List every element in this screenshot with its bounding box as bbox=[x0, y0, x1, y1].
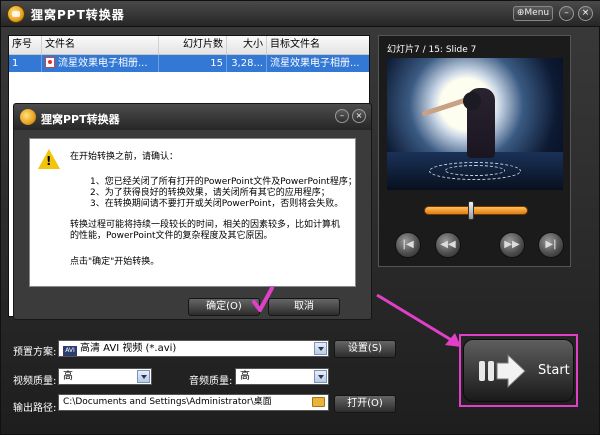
column-header-size[interactable]: 大小 bbox=[227, 36, 267, 54]
annotation-arrow-icon bbox=[376, 293, 461, 347]
progress-slider-track[interactable] bbox=[424, 206, 528, 215]
progress-slider-thumb[interactable] bbox=[467, 201, 474, 220]
dialog-title: 狸窝PPT转换器 bbox=[41, 113, 120, 126]
chevron-down-icon[interactable] bbox=[314, 342, 327, 355]
menu-label: Menu bbox=[524, 8, 550, 18]
previous-slide-button[interactable]: ◀◀ bbox=[435, 232, 461, 258]
cancel-button[interactable]: 取消 bbox=[268, 298, 340, 316]
column-header-filename[interactable]: 文件名 bbox=[42, 36, 159, 54]
title-bar[interactable]: 狸窝PPT转换器 ⊕Menu – × bbox=[1, 1, 600, 27]
avi-icon: AVI bbox=[63, 346, 77, 356]
dialog-message-line: 2、为了获得良好的转换效果，请关闭所有其它的应用程序； bbox=[90, 188, 330, 198]
dialog-message-line: 3、在转换期间请不要打开或关闭PowerPoint，否则将会失败。 bbox=[90, 199, 344, 209]
slide-info: 幻灯片7 / 15: Slide 7 bbox=[387, 45, 477, 55]
preset-label: 预置方案: bbox=[13, 347, 57, 358]
dialog-message-line: 点击"确定"开始转换。 bbox=[70, 257, 160, 267]
confirm-dialog: 狸窝PPT转换器 – × 在开始转换之前，请确认： 1、您已经关闭了所有打开的P… bbox=[13, 103, 372, 320]
video-quality-label: 视频质量: bbox=[13, 376, 57, 387]
audio-quality-value: 高 bbox=[240, 371, 250, 382]
start-button[interactable]: Start bbox=[463, 339, 574, 402]
figure-silhouette bbox=[463, 88, 495, 158]
app-window: 狸窝PPT转换器 ⊕Menu – × 序号 文件名 幻灯片数 大小 目标文件名 … bbox=[0, 0, 600, 435]
dialog-message-line: 转换过程可能将持续一段较长的时间，相关的因素较多，比如计算机 bbox=[70, 220, 341, 230]
chevron-down-icon[interactable] bbox=[137, 370, 150, 383]
dialog-close-button[interactable]: × bbox=[352, 109, 366, 123]
dialog-logo-icon bbox=[20, 109, 36, 125]
open-folder-button[interactable]: 打开(O) bbox=[334, 395, 396, 413]
start-label: Start bbox=[538, 363, 570, 378]
minimize-button[interactable]: – bbox=[559, 6, 574, 21]
cell-slides: 15 bbox=[159, 55, 227, 72]
start-arrow-icon bbox=[479, 354, 526, 388]
slide-preview-image bbox=[387, 58, 563, 190]
ok-button[interactable]: 确定(O) bbox=[188, 298, 260, 316]
folder-icon[interactable] bbox=[312, 397, 325, 407]
ppt-file-icon bbox=[45, 57, 55, 68]
checkmark-annotation-icon bbox=[252, 286, 274, 312]
cell-target: 流星效果电子相册... bbox=[270, 58, 360, 69]
last-slide-button[interactable]: ▶| bbox=[538, 232, 564, 258]
column-header-index[interactable]: 序号 bbox=[9, 36, 42, 54]
cell-filename: 流星效果电子相册... bbox=[42, 55, 159, 72]
cell-size: 3,28... bbox=[227, 55, 267, 72]
output-path-value: C:\Documents and Settings\Administrator\… bbox=[63, 397, 272, 407]
output-path-input[interactable]: C:\Documents and Settings\Administrator\… bbox=[58, 394, 329, 411]
table-header: 序号 文件名 幻灯片数 大小 目标文件名 bbox=[9, 36, 369, 55]
column-header-target[interactable]: 目标文件名 bbox=[267, 36, 369, 54]
next-slide-button[interactable]: ▶▶ bbox=[499, 232, 525, 258]
video-quality-value: 高 bbox=[63, 371, 73, 382]
preview-panel: 幻灯片7 / 15: Slide 7 |◀ ◀◀ ▶▶ ▶| bbox=[378, 35, 571, 267]
dialog-message-line: 1、您已经关闭了所有打开的PowerPoint文件及PowerPoint程序； bbox=[90, 177, 357, 187]
cell-index: 1 bbox=[9, 55, 42, 72]
output-path-label: 输出路径: bbox=[13, 403, 57, 414]
menu-button[interactable]: ⊕Menu bbox=[513, 6, 553, 21]
audio-quality-label: 音频质量: bbox=[189, 376, 233, 387]
preset-select[interactable]: AVI 高清 AVI 视频 (*.avi) bbox=[58, 340, 329, 357]
chevron-down-icon[interactable] bbox=[314, 370, 327, 383]
dialog-message-area: 在开始转换之前，请确认： 1、您已经关闭了所有打开的PowerPoint文件及P… bbox=[29, 138, 357, 287]
first-slide-button[interactable]: |◀ bbox=[395, 232, 421, 258]
column-header-slides[interactable]: 幻灯片数 bbox=[159, 36, 227, 54]
audio-quality-select[interactable]: 高 bbox=[235, 368, 329, 385]
video-quality-select[interactable]: 高 bbox=[58, 368, 152, 385]
warning-icon bbox=[38, 149, 60, 169]
table-row[interactable]: 1 流星效果电子相册... 15 3,28... 流星效果电子相册... bbox=[9, 55, 369, 72]
preset-value: 高清 AVI 视频 (*.avi) bbox=[80, 343, 177, 354]
app-title: 狸窝PPT转换器 bbox=[31, 8, 125, 22]
dialog-message-line: 的性能，PowerPoint文件的复杂程度及其它原因。 bbox=[70, 231, 273, 241]
ripple-decoration-inner bbox=[445, 165, 505, 176]
cell-filename-text: 流星效果电子相册... bbox=[58, 58, 148, 69]
close-button[interactable]: × bbox=[578, 6, 593, 21]
app-logo-icon bbox=[7, 5, 25, 23]
dialog-minimize-button[interactable]: – bbox=[335, 109, 349, 123]
dialog-message-line: 在开始转换之前，请确认： bbox=[70, 152, 179, 162]
dialog-title-bar[interactable]: 狸窝PPT转换器 – × bbox=[14, 104, 371, 130]
